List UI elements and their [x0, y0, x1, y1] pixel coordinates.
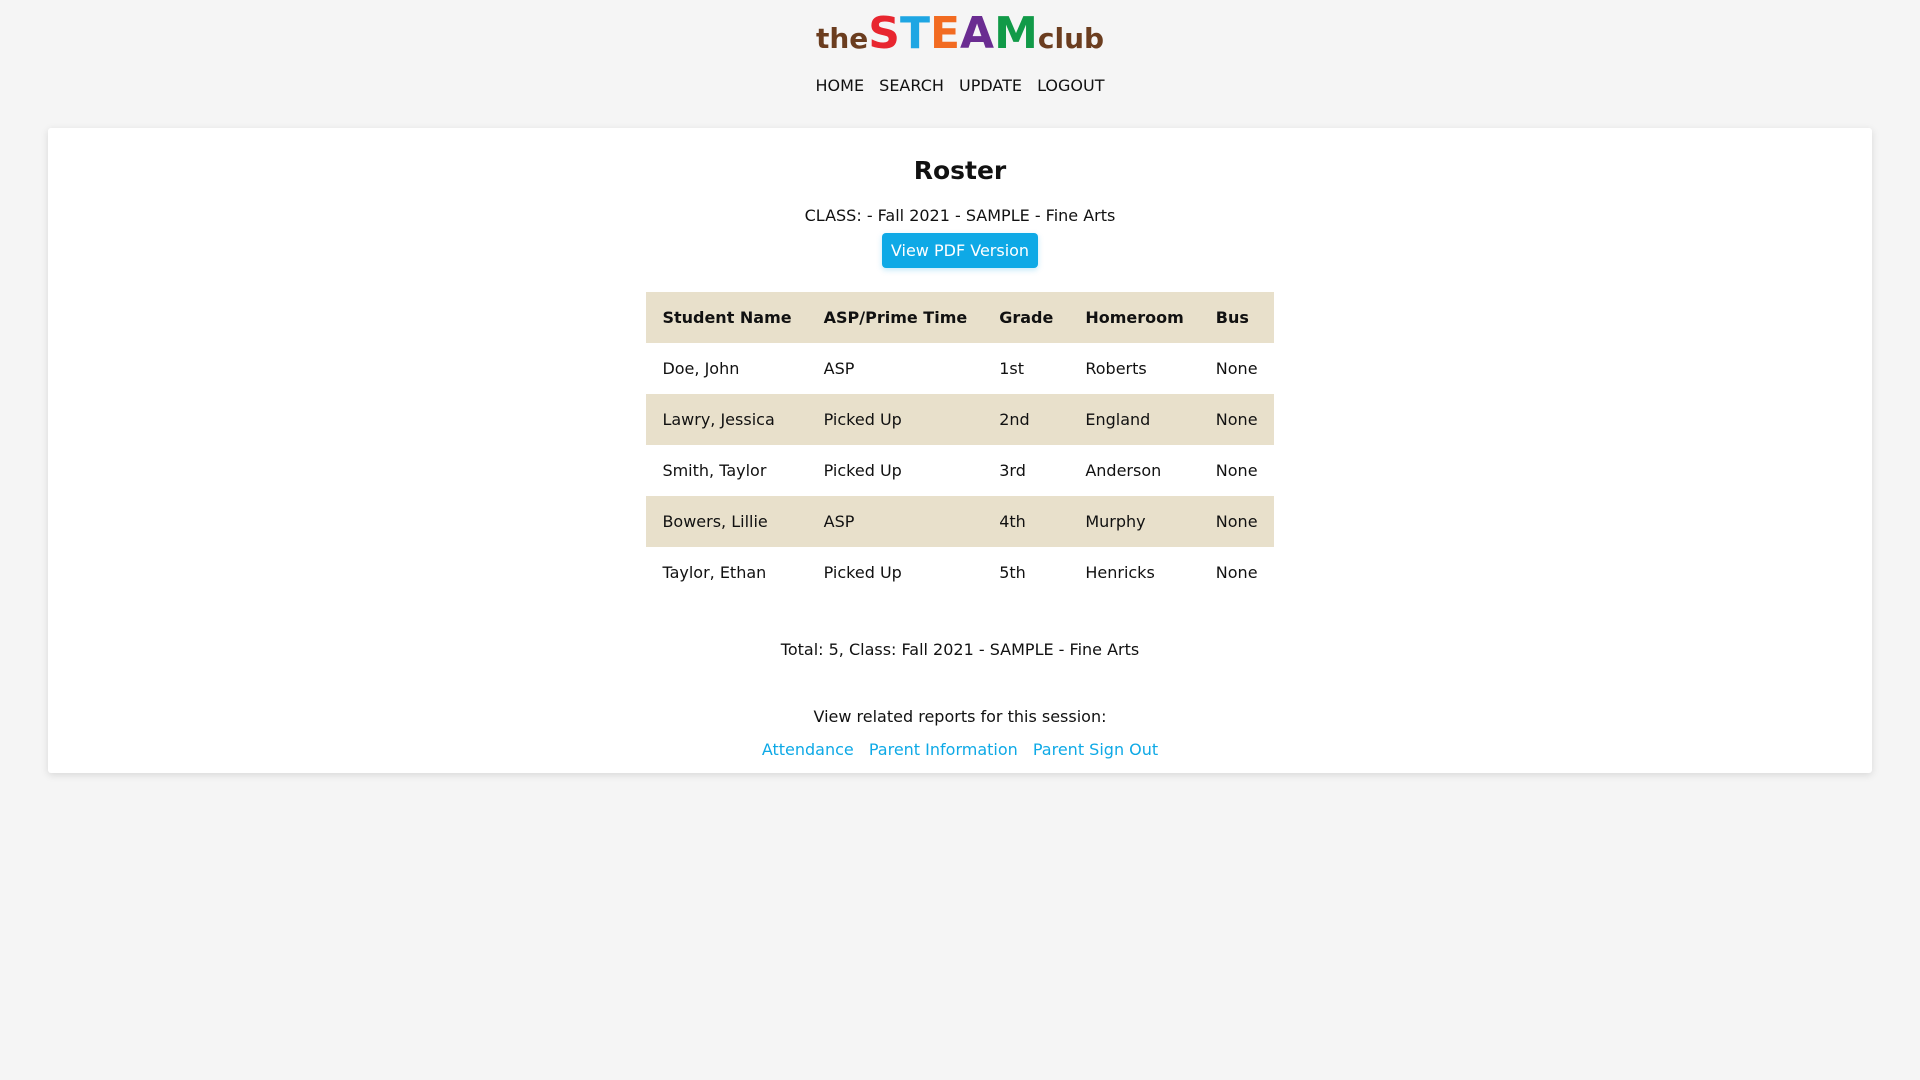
parent-information-link[interactable]: Parent Information: [869, 740, 1018, 759]
class-label: CLASS: - Fall 2021 - SAMPLE - Fine Arts: [804, 206, 1116, 225]
header-bus: Bus: [1199, 292, 1274, 343]
cell-student-name: Smith, Taylor: [662, 461, 767, 480]
cell-homeroom: Anderson: [1085, 461, 1162, 480]
total-summary: Total: 5, Class: Fall 2021 - SAMPLE - Fi…: [780, 640, 1140, 659]
header-asp-prime-time: ASP/Prime Time: [807, 292, 984, 343]
cell-homeroom: Roberts: [1085, 359, 1147, 378]
cell-bus: None: [1215, 563, 1258, 582]
cell-homeroom: Murphy: [1069, 496, 1200, 547]
header-student-name: Student Name: [646, 292, 808, 343]
steam-club-logo[interactable]: theSTEAMclub: [816, 12, 1104, 56]
cell-grade: 1st: [999, 359, 1025, 378]
logo-letter-s: S: [868, 8, 900, 59]
page-header: theSTEAMclub HOME SEARCH UPDATE LOGOUT: [0, 0, 1920, 96]
cell-grade: 4th: [983, 496, 1070, 547]
cell-student-name: Bowers, Lillie: [646, 496, 808, 547]
logo-letter-a: A: [960, 8, 995, 59]
table-header-row: Student Name ASP/Prime Time Grade Homero…: [646, 292, 1274, 343]
logo-the-text: the: [815, 22, 869, 55]
cell-student-name: Doe, John: [662, 359, 740, 378]
cell-bus: None: [1215, 359, 1258, 378]
roster-card: Roster CLASS: - Fall 2021 - SAMPLE - Fin…: [48, 128, 1872, 773]
main-nav: HOME SEARCH UPDATE LOGOUT: [0, 76, 1920, 95]
cell-asp-prime-time: ASP: [823, 359, 855, 378]
table-row: Doe, John ASP 1st Roberts None: [646, 343, 1273, 394]
nav-update[interactable]: UPDATE: [959, 76, 1022, 95]
page-title: Roster: [913, 156, 1007, 185]
cell-student-name: Lawry, Jessica: [646, 394, 808, 445]
nav-search[interactable]: SEARCH: [879, 76, 944, 95]
cell-grade: 2nd: [983, 394, 1070, 445]
cell-asp-prime-time: ASP: [807, 496, 984, 547]
cell-bus: None: [1199, 496, 1274, 547]
nav-home[interactable]: HOME: [816, 76, 865, 95]
table-row: Bowers, Lillie ASP 4th Murphy None: [646, 496, 1274, 547]
attendance-link[interactable]: Attendance: [762, 740, 854, 759]
related-reports-label: View related reports for this session:: [813, 707, 1107, 726]
header-homeroom: Homeroom: [1069, 292, 1200, 343]
cell-asp-prime-time: Picked Up: [823, 563, 902, 582]
cell-asp-prime-time: Picked Up: [807, 394, 984, 445]
cell-asp-prime-time: Picked Up: [823, 461, 902, 480]
cell-bus: None: [1215, 461, 1258, 480]
cell-homeroom: Henricks: [1085, 563, 1155, 582]
header-grade: Grade: [983, 292, 1070, 343]
cell-grade: 3rd: [999, 461, 1026, 480]
roster-table: Student Name ASP/Prime Time Grade Homero…: [646, 292, 1274, 598]
nav-logout[interactable]: LOGOUT: [1037, 76, 1104, 95]
cell-grade: 5th: [999, 563, 1026, 582]
table-row: Smith, Taylor Picked Up 3rd Anderson Non…: [646, 445, 1273, 496]
table-row: Taylor, Ethan Picked Up 5th Henricks Non…: [646, 547, 1273, 598]
table-row: Lawry, Jessica Picked Up 2nd England Non…: [646, 394, 1274, 445]
logo-letter-m: M: [994, 8, 1038, 59]
logo-letter-e: E: [929, 8, 961, 59]
cell-student-name: Taylor, Ethan: [662, 563, 767, 582]
logo-letter-t: T: [899, 8, 930, 59]
view-pdf-button[interactable]: View PDF Version: [881, 233, 1039, 268]
related-reports-links: Attendance Parent Information Parent Sig…: [48, 740, 1872, 759]
parent-sign-out-link[interactable]: Parent Sign Out: [1033, 740, 1158, 759]
logo-club-text: club: [1037, 22, 1105, 55]
cell-homeroom: England: [1069, 394, 1200, 445]
cell-bus: None: [1199, 394, 1274, 445]
